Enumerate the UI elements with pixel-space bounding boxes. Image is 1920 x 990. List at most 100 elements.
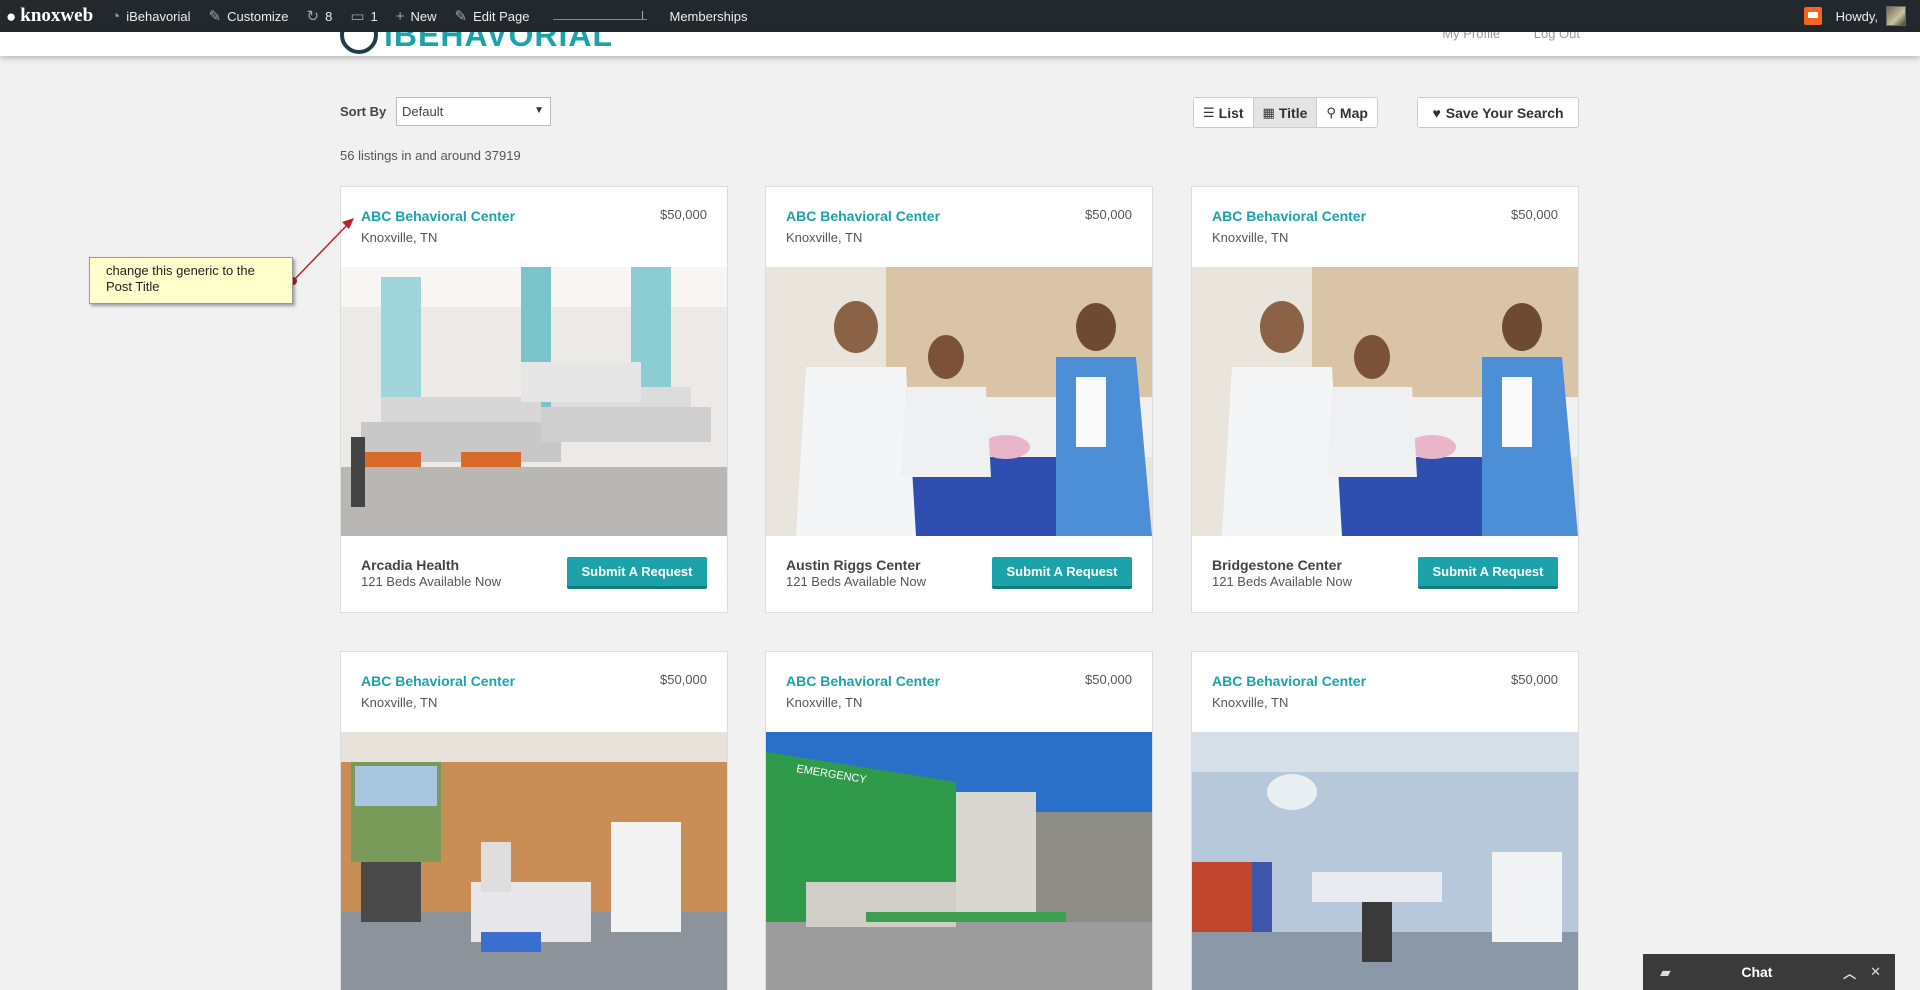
close-icon[interactable]: ✕: [1870, 964, 1881, 980]
listing-beds: 121 Beds Available Now: [786, 574, 926, 589]
listing-price: $50,000: [1085, 672, 1132, 687]
listing-name: Austin Riggs Center: [786, 557, 921, 573]
chat-bubbles-icon: ▰: [1660, 963, 1671, 980]
listing-title[interactable]: ABC Behavioral Center: [361, 673, 515, 689]
memberships-label: Memberships: [669, 8, 748, 24]
view-toggle-group: ☰ List ▦ Title ⚲ Map: [1193, 97, 1378, 128]
admin-bar-updates[interactable]: ↻ 8: [298, 0, 342, 32]
listing-location: Knoxville, TN: [361, 230, 438, 245]
maternity-room-image: [341, 732, 727, 990]
wordpress-icon: ●: [6, 6, 17, 26]
listing-name: Bridgestone Center: [1212, 557, 1342, 573]
sort-select[interactable]: Default ▼: [396, 97, 551, 126]
listing-card: ABC Behavioral Center $50,000 Knoxville,…: [340, 186, 728, 613]
listing-location: Knoxville, TN: [361, 695, 438, 710]
submit-request-button[interactable]: Submit A Request: [567, 557, 707, 589]
comment-icon: ▭: [350, 7, 365, 25]
view-title-button[interactable]: ▦ Title: [1252, 98, 1317, 127]
updates-icon: ↻: [306, 7, 320, 25]
new-label: New: [410, 8, 437, 24]
listing-image[interactable]: [1192, 267, 1578, 536]
emergency-building-image: EMERGENCY: [766, 732, 1152, 990]
header-links: My Profile Log Out: [1412, 32, 1580, 41]
logo-mark-icon: [340, 32, 378, 54]
listing-price: $50,000: [1511, 207, 1558, 222]
site-label: iBehavorial: [126, 8, 191, 24]
listing-price: $50,000: [1085, 207, 1132, 222]
doctor-nurses-image: [1192, 267, 1578, 536]
save-search-label: Save Your Search: [1445, 104, 1564, 121]
loading-indicator: [552, 9, 647, 20]
sort-value: Default: [402, 104, 444, 119]
admin-bar-new[interactable]: + New: [387, 0, 446, 32]
my-profile-link[interactable]: My Profile: [1442, 32, 1500, 41]
listing-price: $50,000: [1511, 672, 1558, 687]
listing-image[interactable]: EMERGENCY: [766, 732, 1152, 990]
chevron-up-icon[interactable]: ︿: [1843, 963, 1856, 982]
listing-location: Knoxville, TN: [1212, 695, 1289, 710]
listing-title[interactable]: ABC Behavioral Center: [786, 208, 940, 224]
listing-title[interactable]: ABC Behavioral Center: [1212, 673, 1366, 689]
avatar[interactable]: [1886, 6, 1906, 26]
admin-bar-site[interactable]: ◔ iBehavorial: [102, 0, 199, 32]
view-list-button[interactable]: ☰ List: [1194, 98, 1253, 127]
heart-icon: ♥: [1432, 104, 1441, 121]
listing-title[interactable]: ABC Behavioral Center: [361, 208, 515, 224]
submit-request-button[interactable]: Submit A Request: [992, 557, 1132, 589]
chat-widget[interactable]: ▰ Chat ︿ ✕: [1643, 954, 1895, 990]
listing-location: Knoxville, TN: [786, 695, 863, 710]
view-list-label: List: [1218, 104, 1244, 121]
listing-image[interactable]: [341, 732, 727, 990]
admin-bar: ● knoxweb ◔ iBehavorial ✎ Customize ↻ 8 …: [0, 0, 1920, 32]
save-search-button[interactable]: ♥ Save Your Search: [1417, 97, 1579, 128]
comments-count: 1: [370, 8, 378, 24]
admin-bar-memberships[interactable]: Memberships: [661, 0, 757, 32]
site-logo[interactable]: iBEHAVORIAL: [340, 32, 613, 54]
listing-title[interactable]: ABC Behavioral Center: [786, 673, 940, 689]
view-map-label: Map: [1339, 104, 1368, 121]
admin-bar-right: Howdy,: [1803, 6, 1920, 26]
howdy-label[interactable]: Howdy,: [1836, 9, 1878, 24]
admin-bar-edit-page[interactable]: ✎ Edit Page: [446, 0, 539, 32]
admin-bar-comments[interactable]: ▭ 1: [341, 0, 386, 32]
brush-icon: ✎: [208, 7, 222, 25]
edit-page-label: Edit Page: [473, 8, 530, 24]
log-out-link[interactable]: Log Out: [1534, 32, 1580, 41]
view-map-button[interactable]: ⚲ Map: [1316, 98, 1377, 127]
listing-title[interactable]: ABC Behavioral Center: [1212, 208, 1366, 224]
brand-label: knoxweb: [20, 5, 94, 26]
admin-bar-brand[interactable]: ● knoxweb: [0, 0, 102, 32]
annotation-note: change this generic to the Post Title: [89, 257, 293, 304]
site-header: iBEHAVORIAL My Profile Log Out: [0, 32, 1920, 56]
listing-location: Knoxville, TN: [1212, 230, 1289, 245]
operating-room-image: [1192, 732, 1578, 990]
listing-price: $50,000: [660, 672, 707, 687]
listing-location: Knoxville, TN: [786, 230, 863, 245]
list-icon: ☰: [1203, 104, 1215, 120]
updates-count: 8: [325, 8, 333, 24]
listing-card: ABC Behavioral Center $50,000 Knoxville,…: [765, 651, 1153, 990]
admin-bar-customize[interactable]: ✎ Customize: [200, 0, 298, 32]
chat-label: Chat: [1741, 964, 1773, 980]
listing-beds: 121 Beds Available Now: [361, 574, 501, 589]
map-marker-icon: ⚲: [1326, 104, 1336, 120]
sort-label: Sort By: [340, 104, 387, 119]
listing-card: ABC Behavioral Center $50,000 Knoxville,…: [765, 186, 1153, 613]
listing-card: ABC Behavioral Center $50,000 Knoxville,…: [1191, 186, 1579, 613]
notification-icon[interactable]: [1803, 7, 1822, 25]
logo-text: iBEHAVORIAL: [384, 32, 614, 53]
doctor-nurses-image: [766, 267, 1152, 536]
listing-card: ABC Behavioral Center $50,000 Knoxville,…: [1191, 651, 1579, 990]
listing-image[interactable]: [766, 267, 1152, 536]
listing-name: Arcadia Health: [361, 557, 460, 573]
listing-image[interactable]: [1192, 732, 1578, 990]
caret-down-icon: ▼: [534, 105, 544, 116]
listing-image[interactable]: [341, 267, 727, 536]
pencil-icon: ✎: [454, 7, 468, 25]
submit-request-button[interactable]: Submit A Request: [1418, 557, 1558, 589]
customize-label: Customize: [227, 8, 289, 24]
dashboard-icon: ◔: [111, 7, 121, 25]
view-title-label: Title: [1278, 104, 1308, 121]
listing-beds: 121 Beds Available Now: [1212, 574, 1352, 589]
hospital-ward-image: [341, 267, 727, 536]
